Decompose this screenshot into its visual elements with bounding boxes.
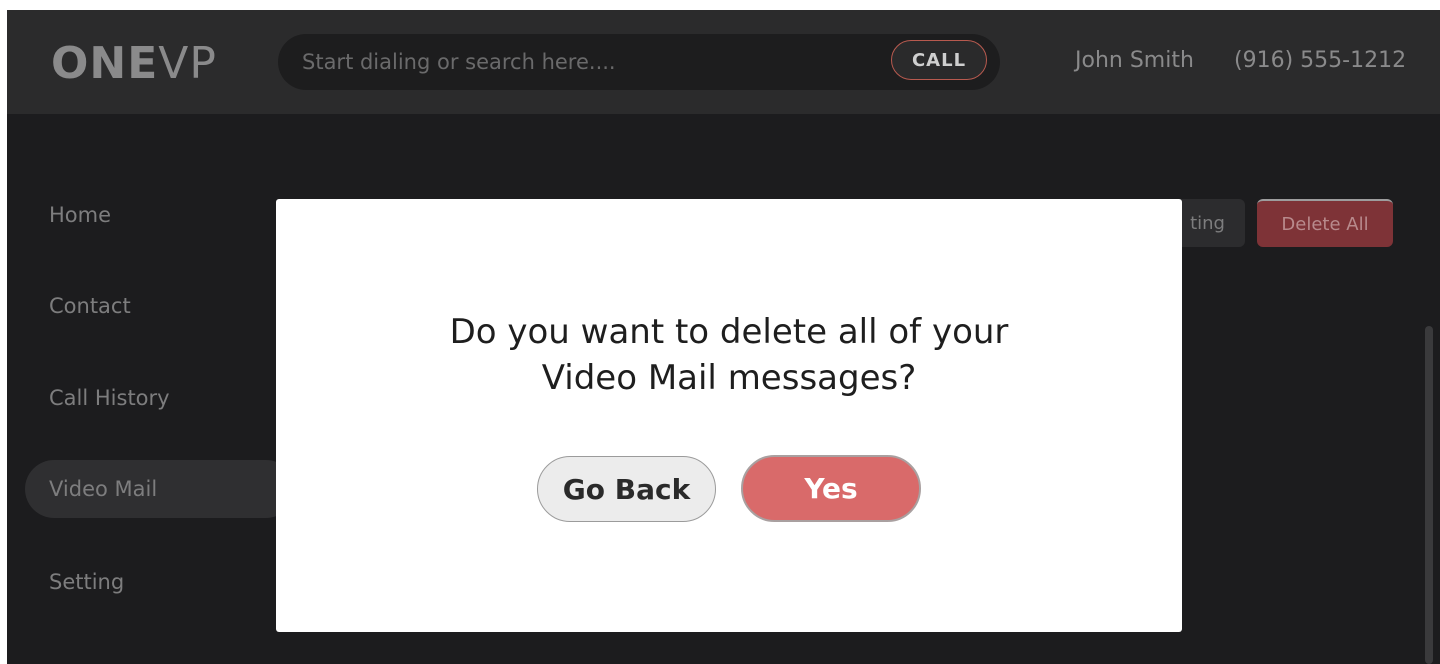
search-bar: CALL: [278, 34, 1000, 90]
delete-confirm-dialog: Do you want to delete all of your Video …: [276, 199, 1182, 632]
call-button[interactable]: CALL: [891, 40, 987, 80]
dialog-message-line2: Video Mail messages?: [541, 358, 917, 398]
sidebar-item-contact[interactable]: Contact: [25, 277, 295, 335]
sidebar-item-call-history[interactable]: Call History: [25, 369, 295, 427]
sidebar-item-setting[interactable]: Setting: [25, 553, 295, 611]
yes-button[interactable]: Yes: [741, 455, 921, 522]
logo-one: ONE: [51, 38, 159, 89]
top-bar: ONEVP CALL John Smith (916) 555-1212: [7, 10, 1440, 114]
sidebar-item-video-mail[interactable]: Video Mail: [25, 460, 295, 518]
logo-vp: VP: [158, 38, 217, 89]
onevp-logo[interactable]: ONEVP: [51, 38, 217, 90]
dialog-message: Do you want to delete all of your Video …: [276, 309, 1182, 401]
scrollbar[interactable]: [1425, 326, 1433, 664]
go-back-button[interactable]: Go Back: [537, 456, 716, 522]
user-name: John Smith: [1075, 48, 1194, 73]
dialog-message-line1: Do you want to delete all of your: [449, 312, 1009, 352]
search-input[interactable]: [302, 34, 872, 90]
user-phone: (916) 555-1212: [1234, 48, 1407, 73]
sidebar-item-home[interactable]: Home: [25, 186, 295, 244]
delete-all-button[interactable]: Delete All: [1257, 199, 1393, 247]
